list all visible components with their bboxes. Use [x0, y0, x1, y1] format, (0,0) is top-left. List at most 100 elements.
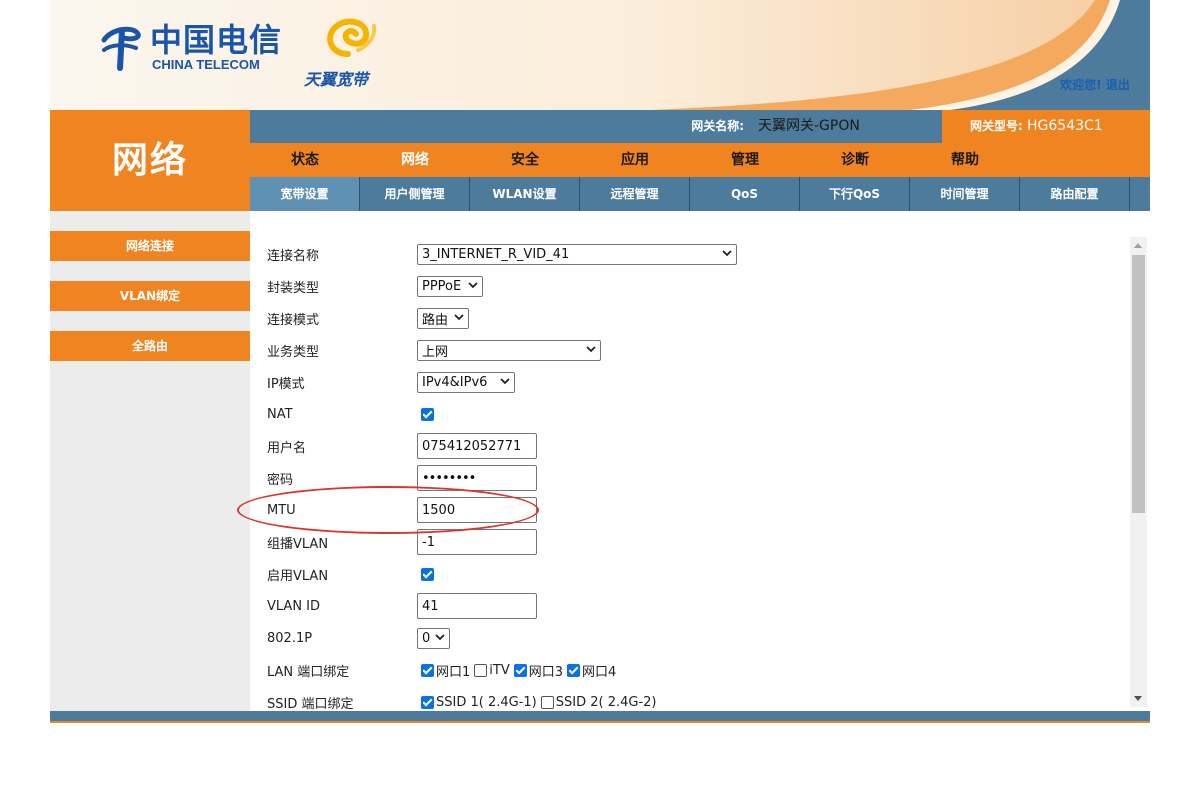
encap-type-label: 封装类型 [267, 280, 320, 296]
gateway-name-value: 天翼网关-GPON [758, 118, 860, 134]
sub-nav-routing[interactable]: 路由配置 [1020, 177, 1130, 211]
row-username: 用户名 075412052771 [267, 433, 537, 459]
encap-type-value: PPPoE [422, 278, 462, 294]
scroll-down-icon[interactable] [1134, 696, 1142, 701]
row-nat: NAT [267, 401, 434, 427]
ssid-1-option[interactable]: SSID 1( 2.4G-1) [421, 695, 537, 710]
tianyi-logo-text: 天翼宽带 [304, 70, 369, 89]
lan-port-3-checkbox[interactable] [513, 663, 527, 677]
chevron-down-icon [454, 313, 464, 320]
sub-nav-wlan[interactable]: WLAN设置 [470, 177, 580, 211]
vlan-id-field[interactable]: 41 [417, 593, 537, 619]
lan-port-1-label: 网口1 [436, 664, 471, 680]
service-type-select[interactable]: 上网 [417, 339, 601, 361]
lan-port-4-checkbox[interactable] [567, 663, 581, 677]
lan-binding-label: LAN 端口绑定 [267, 664, 350, 680]
row-priority: 802.1P 0 [267, 625, 450, 651]
ssid-2-option[interactable]: SSID 2( 2.4G-2) [540, 694, 657, 710]
gateway-model-label: 网关型号: [970, 119, 1023, 133]
row-encap-type: 封装类型 PPPoE [267, 273, 483, 299]
conn-mode-label: 连接模式 [267, 312, 320, 328]
sub-nav-user-side[interactable]: 用户侧管理 [360, 177, 470, 211]
row-multicast-vlan: 组播VLAN -1 [267, 529, 537, 555]
multicast-vlan-label: 组播VLAN [267, 536, 329, 552]
lan-port-4-option[interactable]: 网口4 [567, 661, 616, 680]
row-mtu: MTU 1500 [267, 497, 537, 523]
enable-vlan-checkbox[interactable] [421, 567, 434, 581]
ssid-1-label: SSID 1( 2.4G-1) [436, 694, 537, 710]
main-nav-status[interactable]: 状态 [250, 143, 360, 177]
sub-nav-broadband[interactable]: 宽带设置 [250, 177, 360, 211]
ip-mode-select[interactable]: IPv4&IPv6 [417, 371, 515, 393]
chevron-down-icon [435, 633, 445, 640]
sub-nav-time[interactable]: 时间管理 [910, 177, 1020, 211]
brand-en-text: CHINA TELECOM [152, 57, 260, 72]
nat-checkbox[interactable] [421, 407, 434, 421]
row-conn-mode: 连接模式 路由 [267, 305, 469, 331]
main-nav-network[interactable]: 网络 [360, 143, 470, 177]
nat-label: NAT [267, 406, 293, 422]
ssid-1-checkbox[interactable] [421, 695, 434, 709]
lan-port-itv-checkbox[interactable] [474, 663, 488, 677]
sub-nav-remote[interactable]: 远程管理 [580, 177, 690, 211]
encap-type-select[interactable]: PPPoE [417, 275, 483, 297]
main-nav-security[interactable]: 安全 [470, 143, 580, 177]
priority-select[interactable]: 0 [417, 627, 450, 649]
sub-nav: 宽带设置 用户侧管理 WLAN设置 远程管理 QoS 下行QoS 时间管理 路由… [250, 177, 1150, 211]
main-nav-management[interactable]: 管理 [690, 143, 800, 177]
connection-name-label: 连接名称 [267, 248, 320, 264]
connection-name-select[interactable]: 3_INTERNET_R_VID_41 [417, 243, 737, 265]
connection-name-value: 3_INTERNET_R_VID_41 [422, 246, 570, 262]
lan-port-1-checkbox[interactable] [421, 663, 434, 677]
multicast-vlan-field[interactable]: -1 [417, 529, 537, 555]
main-nav: 状态 网络 安全 应用 管理 诊断 帮助 [250, 143, 1150, 177]
username-field[interactable]: 075412052771 [417, 433, 537, 459]
ip-mode-label: IP模式 [267, 376, 305, 392]
sidebar-item-network-connection[interactable]: 网络连接 [50, 231, 250, 261]
chevron-down-icon [500, 377, 510, 384]
service-type-value: 上网 [422, 344, 449, 360]
conn-mode-value: 路由 [422, 312, 449, 328]
chevron-down-icon [468, 281, 478, 288]
row-connection-name: 连接名称 3_INTERNET_R_VID_41 [267, 241, 737, 267]
row-lan-binding: LAN 端口绑定 网口1 iTV 网口3 网口4 [267, 657, 620, 683]
lan-port-3-label: 网口3 [528, 664, 564, 680]
priority-label: 802.1P [267, 630, 313, 646]
row-password: 密码 •••••••• [267, 465, 537, 491]
row-vlan-id: VLAN ID 41 [267, 593, 537, 619]
lan-port-1-option[interactable]: 网口1 [421, 661, 470, 680]
ssid-2-label: SSID 2( 2.4G-2) [555, 694, 657, 710]
service-type-label: 业务类型 [267, 344, 320, 360]
main-nav-help[interactable]: 帮助 [910, 143, 1020, 177]
username-label: 用户名 [267, 440, 307, 456]
vlan-id-label: VLAN ID [267, 598, 321, 614]
main-nav-apps[interactable]: 应用 [580, 143, 690, 177]
logout-link[interactable]: 退出 [1106, 78, 1130, 92]
enable-vlan-label: 启用VLAN [267, 568, 329, 584]
password-label: 密码 [267, 472, 294, 488]
main-nav-diagnostics[interactable]: 诊断 [800, 143, 910, 177]
mtu-field[interactable]: 1500 [417, 497, 537, 523]
section-title: 网络 [50, 110, 250, 211]
scrollbar-thumb[interactable] [1132, 255, 1145, 513]
password-field[interactable]: •••••••• [417, 465, 537, 491]
user-links: 欢迎您! 退出 [1040, 76, 1150, 93]
chevron-down-icon [722, 249, 732, 256]
ip-mode-value: IPv4&IPv6 [422, 374, 488, 390]
ssid-binding-label: SSID 端口绑定 [267, 696, 354, 712]
ssid-binding-options: SSID 1( 2.4G-1) SSID 2( 2.4G-2) [421, 695, 661, 710]
sub-nav-qos[interactable]: QoS [690, 177, 800, 211]
sidebar-item-vlan-binding[interactable]: VLAN绑定 [50, 281, 250, 311]
sub-nav-downstream-qos[interactable]: 下行QoS [800, 177, 910, 211]
priority-value: 0 [422, 630, 431, 646]
sidebar-item-full-route[interactable]: 全路由 [50, 331, 250, 361]
ssid-2-checkbox[interactable] [540, 695, 554, 709]
content-scrollbar[interactable] [1130, 237, 1147, 707]
gateway-name-label: 网关名称: [691, 119, 744, 133]
scroll-up-icon[interactable] [1134, 243, 1142, 248]
row-ip-mode: IP模式 IPv4&IPv6 [267, 369, 515, 395]
lan-port-3-option[interactable]: 网口3 [513, 661, 564, 680]
conn-mode-select[interactable]: 路由 [417, 307, 469, 329]
brand-cn-text: 中国电信 [150, 21, 283, 59]
lan-port-itv-option[interactable]: iTV [474, 663, 510, 678]
